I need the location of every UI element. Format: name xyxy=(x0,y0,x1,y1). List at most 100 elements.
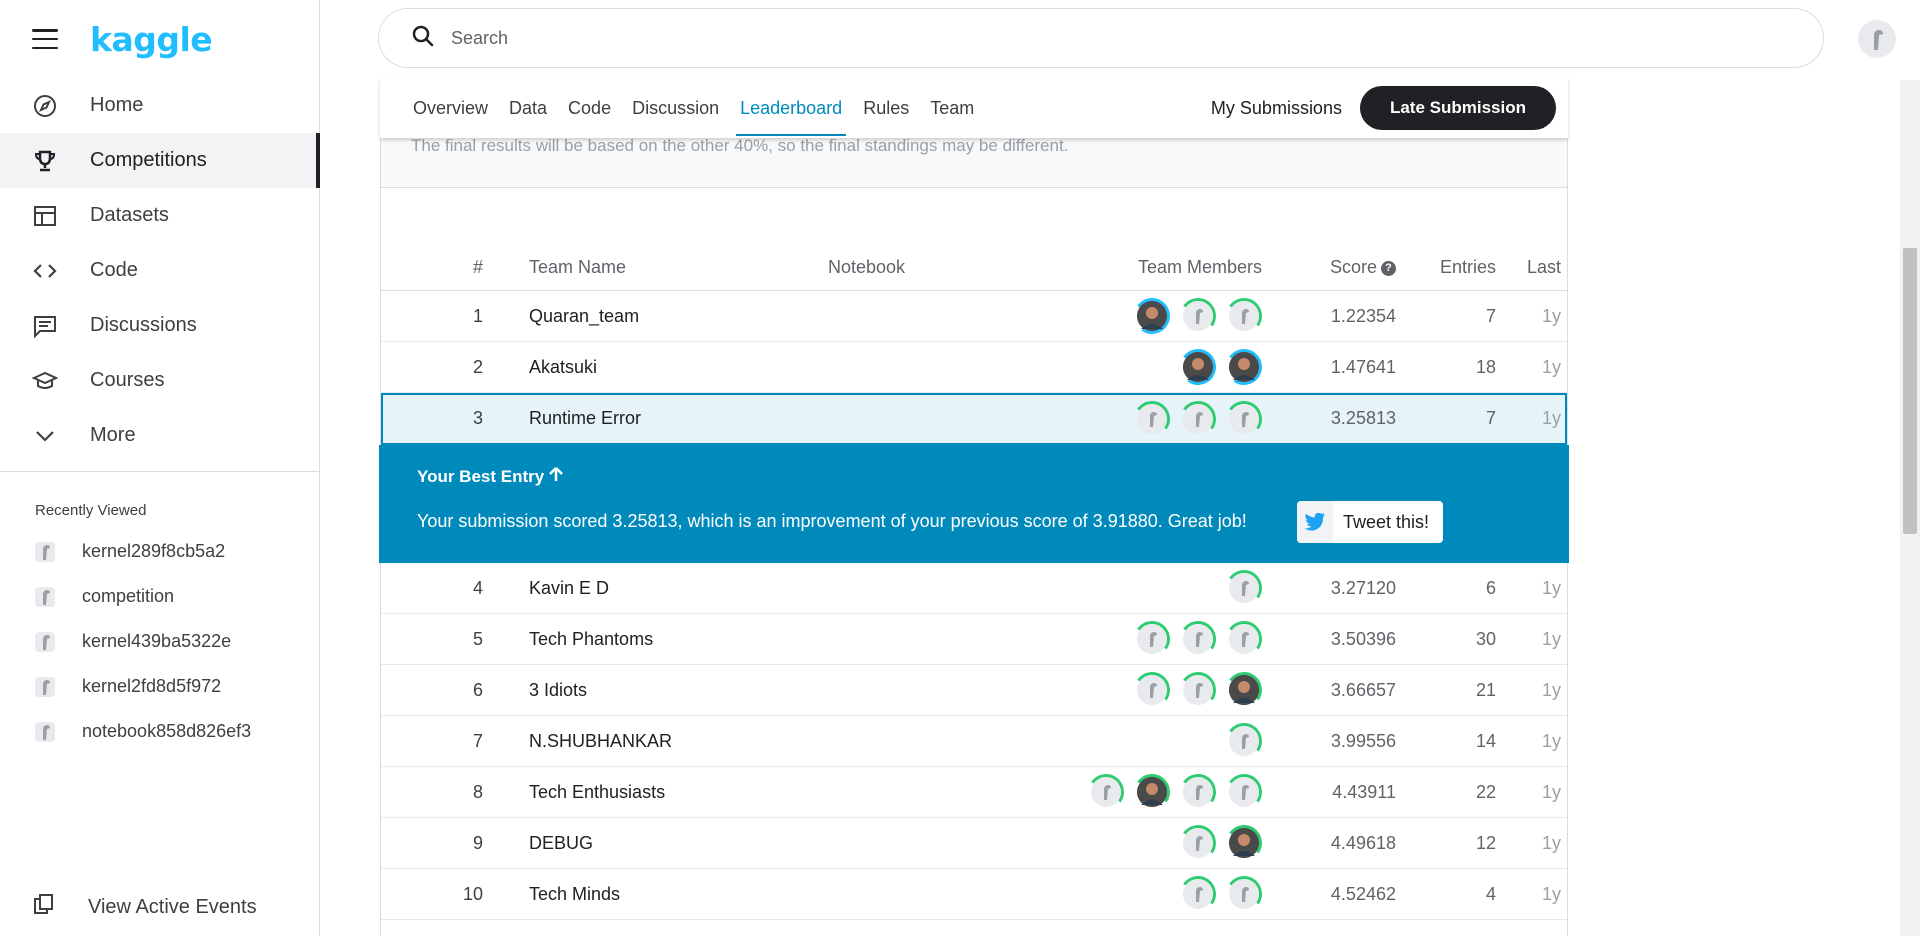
row-team-name[interactable]: N.SHUBHANKAR xyxy=(483,731,828,752)
recently-viewed-list: kernel289f8cb5a2 competition kernel439ba53… xyxy=(0,529,319,754)
compass-icon xyxy=(32,93,58,119)
team-member-avatar[interactable] xyxy=(1223,822,1265,864)
table-row[interactable]: 9 DEBUG 4.49618 12 1y xyxy=(381,818,1567,869)
recent-item[interactable]: notebook858d826ef3 xyxy=(0,709,319,754)
col-notebook[interactable]: Notebook xyxy=(828,257,1088,278)
tab-team[interactable]: Team xyxy=(930,78,974,138)
row-rank: 1 xyxy=(472,305,483,326)
sidebar-item-competitions[interactable]: Competitions xyxy=(0,133,320,188)
search-input[interactable] xyxy=(451,27,1751,49)
team-member-avatar[interactable] xyxy=(1223,346,1265,388)
team-member-avatar[interactable] xyxy=(1223,720,1265,762)
team-member-avatar[interactable] xyxy=(1131,397,1173,440)
default-avatar-icon xyxy=(1229,573,1259,603)
sidebar-item-more[interactable]: More xyxy=(0,408,319,463)
team-member-avatar[interactable] xyxy=(1223,771,1265,813)
tab-leaderboard[interactable]: Leaderboard xyxy=(736,78,847,138)
recent-item[interactable]: kernel439ba5322e xyxy=(0,619,319,664)
team-member-avatar[interactable] xyxy=(1177,346,1219,388)
team-member-avatar[interactable] xyxy=(1223,295,1265,337)
tweet-button[interactable]: Tweet this! xyxy=(1297,501,1443,543)
leaderboard-rows: 1 Quaran_team 1.22354 7 1y 2 Akatsuki 1.47641 18… xyxy=(379,291,1569,920)
team-member-avatar[interactable] xyxy=(1223,567,1265,609)
table-row[interactable]: 5 Tech Phantoms 3.50396 30 1y xyxy=(381,614,1567,665)
team-member-avatar[interactable] xyxy=(1223,873,1265,915)
row-team-name[interactable]: Runtime Error xyxy=(483,408,828,429)
team-member-avatar[interactable] xyxy=(1131,618,1173,660)
team-member-avatar[interactable] xyxy=(1177,771,1219,813)
my-submissions-link[interactable]: My Submissions xyxy=(1211,98,1342,119)
help-icon[interactable]: ? xyxy=(1381,260,1396,276)
col-entries[interactable]: Entries xyxy=(1396,257,1496,278)
tab-overview[interactable]: Overview xyxy=(413,78,488,138)
tab-list: Overview Data Code Discussion Leaderboard Rul… xyxy=(413,78,995,138)
team-member-avatar[interactable] xyxy=(1177,873,1219,915)
recent-item[interactable]: kernel289f8cb5a2 xyxy=(0,529,319,574)
row-team-name[interactable]: Kavin E D xyxy=(483,578,828,599)
col-team-name[interactable]: Team Name xyxy=(483,257,828,278)
user-avatar[interactable] xyxy=(1858,20,1896,58)
row-team-name[interactable]: 3 Idiots xyxy=(483,680,828,701)
sidebar-item-datasets[interactable]: Datasets xyxy=(0,188,319,243)
team-member-avatar[interactable] xyxy=(1177,669,1219,711)
arrow-up-icon xyxy=(549,467,563,486)
kaggle-logo[interactable]: kaggle xyxy=(90,20,213,59)
sidebar-item-home[interactable]: Home xyxy=(0,78,319,133)
recently-viewed-title: Recently Viewed xyxy=(35,502,147,519)
default-avatar-icon xyxy=(1229,726,1259,756)
search-icon xyxy=(411,24,435,53)
col-team-members[interactable]: Team Members xyxy=(1088,257,1262,278)
sidebar-item-courses[interactable]: Courses xyxy=(0,353,319,408)
view-active-events-link[interactable]: View Active Events xyxy=(0,878,257,936)
row-team-name[interactable]: Tech Enthusiasts xyxy=(483,782,828,803)
team-member-avatar[interactable] xyxy=(1085,771,1127,813)
team-member-avatar[interactable] xyxy=(1177,822,1219,864)
row-team-name[interactable]: Akatsuki xyxy=(483,357,828,378)
recent-item-label: kernel2fd8d5f972 xyxy=(82,676,222,696)
row-team-name[interactable]: DEBUG xyxy=(483,833,828,854)
team-member-avatar[interactable] xyxy=(1177,397,1219,440)
team-member-avatar[interactable] xyxy=(1223,397,1265,440)
row-last: 1y xyxy=(1541,679,1561,700)
row-team-name[interactable]: Tech Minds xyxy=(483,884,828,905)
menu-icon[interactable] xyxy=(32,29,58,49)
table-row[interactable]: 63 Idiots 3.66657 21 1y xyxy=(381,665,1567,716)
team-member-avatar[interactable] xyxy=(1223,669,1265,711)
table-row[interactable]: 4 Kavin E D 3.27120 6 1y xyxy=(381,563,1567,614)
tab-rules[interactable]: Rules xyxy=(863,78,909,138)
table-row[interactable]: 3 Runtime Error 3.25813 7 1y xyxy=(381,393,1567,445)
late-submission-button[interactable]: Late Submission xyxy=(1359,86,1556,130)
tab-discussion[interactable]: Discussion xyxy=(632,78,719,138)
recent-item-label: notebook858d826ef3 xyxy=(82,721,252,741)
sidebar-item-label: Competitions xyxy=(90,149,207,171)
user-photo-icon xyxy=(1229,828,1259,858)
recent-item[interactable]: competition xyxy=(0,574,319,619)
sidebar-item-code[interactable]: Code xyxy=(0,243,319,298)
col-last[interactable]: Last xyxy=(1496,257,1561,278)
row-team-name[interactable]: Tech Phantoms xyxy=(483,629,828,650)
table-row[interactable]: 1 Quaran_team 1.22354 7 1y xyxy=(381,291,1567,342)
team-member-avatar[interactable] xyxy=(1131,295,1173,337)
team-member-avatar[interactable] xyxy=(1177,618,1219,660)
col-rank[interactable]: # xyxy=(381,257,483,278)
recent-item-label: competition xyxy=(82,586,175,606)
team-member-avatar[interactable] xyxy=(1131,669,1173,711)
team-member-avatar[interactable] xyxy=(1177,295,1219,337)
row-team-members xyxy=(1088,346,1265,388)
sidebar-item-discussions[interactable]: Discussions xyxy=(0,298,319,353)
recent-item[interactable]: kernel2fd8d5f972 xyxy=(0,664,319,709)
col-score[interactable]: Score? xyxy=(1262,257,1396,278)
tab-code[interactable]: Code xyxy=(568,78,611,138)
page-scrollbar[interactable] xyxy=(1900,80,1920,936)
scrollbar-thumb[interactable] xyxy=(1903,248,1917,534)
team-member-avatar[interactable] xyxy=(1223,618,1265,660)
table-row[interactable]: 8 Tech Enthusiasts 4.43911 22 1y xyxy=(381,767,1567,818)
row-team-name[interactable]: Quaran_team xyxy=(483,306,828,327)
search-bar[interactable] xyxy=(378,8,1824,68)
team-member-avatar[interactable] xyxy=(1131,771,1173,813)
table-row[interactable]: 10 Tech Minds 4.52462 4 1y xyxy=(381,869,1567,920)
tab-data[interactable]: Data xyxy=(509,78,547,138)
table-row[interactable]: 2 Akatsuki 1.47641 18 1y xyxy=(381,342,1567,393)
table-row[interactable]: 7 N.SHUBHANKAR 3.99556 14 1y xyxy=(381,716,1567,767)
row-team-members xyxy=(1088,618,1265,660)
